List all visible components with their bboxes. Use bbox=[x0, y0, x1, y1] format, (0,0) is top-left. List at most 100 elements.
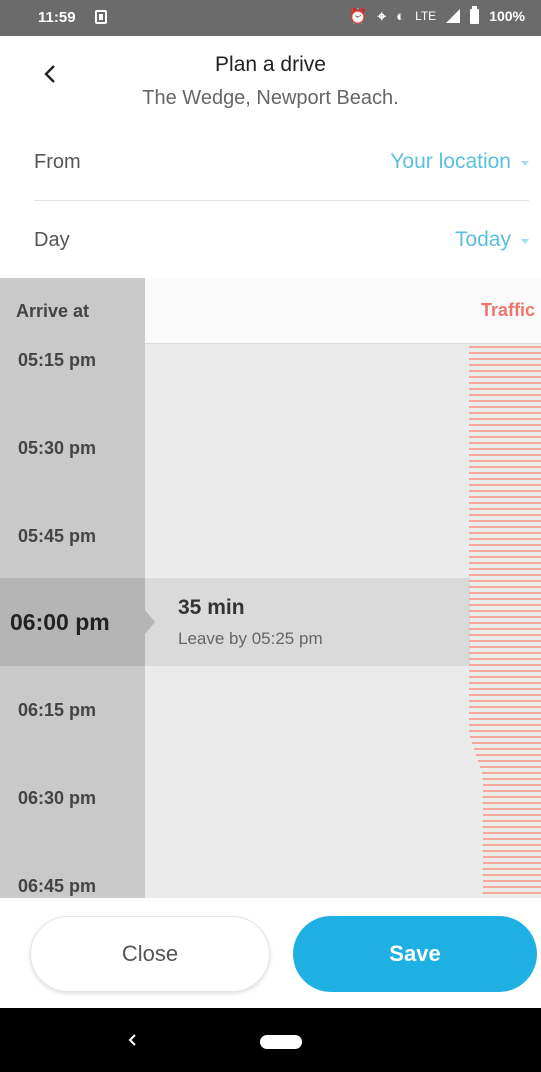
traffic-stripe bbox=[469, 700, 541, 702]
time-slot[interactable]: 06:45 pm bbox=[18, 876, 96, 897]
traffic-stripe bbox=[469, 574, 541, 576]
trip-duration: 35 min bbox=[178, 596, 245, 619]
traffic-stripe bbox=[469, 586, 541, 588]
traffic-stripe bbox=[469, 430, 541, 432]
from-row[interactable]: From Your location bbox=[34, 124, 529, 200]
day-label: Day bbox=[34, 228, 70, 251]
traffic-stripe bbox=[478, 760, 541, 762]
traffic-stripe bbox=[469, 556, 541, 558]
selected-pointer-icon bbox=[145, 610, 155, 634]
nav-back-button[interactable] bbox=[122, 1028, 142, 1052]
traffic-stripe bbox=[483, 850, 541, 852]
network-type: LTE bbox=[415, 9, 437, 23]
traffic-stripe bbox=[469, 400, 541, 402]
status-bar: 11:59 ⏰ ⌖ ◐ LTE 100% bbox=[0, 0, 541, 36]
status-icons: ⏰ ⌖ ◐ LTE 100% bbox=[348, 5, 525, 25]
traffic-stripe bbox=[469, 442, 541, 444]
traffic-stripe bbox=[469, 640, 541, 642]
traffic-stripe bbox=[469, 682, 541, 684]
traffic-stripe bbox=[469, 406, 541, 408]
traffic-stripe bbox=[469, 466, 541, 468]
time-slot[interactable]: 05:15 pm bbox=[18, 350, 96, 371]
traffic-stripe bbox=[483, 790, 541, 792]
traffic-stripe bbox=[476, 754, 541, 756]
traffic-stripe bbox=[483, 778, 541, 780]
traffic-stripe bbox=[469, 730, 541, 732]
battery-level: 100% bbox=[489, 8, 525, 24]
status-time: 11:59 bbox=[38, 9, 76, 26]
traffic-stripe bbox=[469, 418, 541, 420]
location-icon: ⌖ bbox=[377, 7, 386, 25]
divider bbox=[34, 200, 529, 201]
close-button[interactable]: Close bbox=[30, 916, 270, 992]
traffic-stripe bbox=[469, 598, 541, 600]
traffic-stripe bbox=[469, 646, 541, 648]
traffic-stripe bbox=[483, 784, 541, 786]
traffic-stripe bbox=[469, 394, 541, 396]
alarm-icon: ⏰ bbox=[348, 7, 368, 25]
traffic-stripe bbox=[469, 508, 541, 510]
traffic-stripe bbox=[469, 478, 541, 480]
traffic-stripe bbox=[469, 694, 541, 696]
traffic-stripe bbox=[483, 808, 541, 810]
traffic-stripe bbox=[469, 544, 541, 546]
traffic-stripe bbox=[469, 382, 541, 384]
traffic-stripe bbox=[469, 526, 541, 528]
traffic-stripe bbox=[483, 838, 541, 840]
system-nav-bar bbox=[0, 1008, 541, 1072]
traffic-stripe bbox=[469, 736, 541, 738]
page-title: Plan a drive bbox=[215, 53, 326, 76]
traffic-stripe bbox=[469, 634, 541, 636]
nav-home-button[interactable] bbox=[260, 1035, 302, 1049]
traffic-stripe bbox=[469, 376, 541, 378]
from-value: Your location bbox=[390, 150, 511, 173]
traffic-stripe bbox=[469, 562, 541, 564]
traffic-stripe bbox=[483, 856, 541, 858]
traffic-stripe bbox=[469, 472, 541, 474]
day-row[interactable]: Day Today bbox=[34, 202, 529, 278]
time-slot[interactable]: 05:45 pm bbox=[18, 526, 96, 547]
save-button[interactable]: Save bbox=[293, 916, 537, 992]
traffic-stripe bbox=[471, 742, 541, 744]
traffic-stripe bbox=[483, 814, 541, 816]
traffic-stripe bbox=[469, 580, 541, 582]
traffic-stripe bbox=[482, 772, 541, 774]
traffic-stripe bbox=[469, 346, 541, 348]
traffic-stripe bbox=[483, 820, 541, 822]
traffic-stripe bbox=[483, 802, 541, 804]
schedule-header: Arrive at Traffic bbox=[0, 278, 541, 344]
traffic-stripe bbox=[469, 610, 541, 612]
traffic-stripe bbox=[483, 832, 541, 834]
traffic-stripe bbox=[483, 892, 541, 894]
traffic-stripe bbox=[483, 886, 541, 888]
traffic-stripe bbox=[473, 748, 541, 750]
traffic-stripe bbox=[469, 718, 541, 720]
time-slot[interactable]: 05:30 pm bbox=[18, 438, 96, 459]
day-dropdown[interactable]: Today bbox=[455, 228, 529, 252]
from-dropdown[interactable]: Your location bbox=[390, 150, 529, 174]
traffic-stripe bbox=[469, 454, 541, 456]
signal-icon bbox=[446, 9, 461, 23]
traffic-stripe bbox=[469, 688, 541, 690]
traffic-stripe bbox=[483, 796, 541, 798]
traffic-stripe bbox=[469, 424, 541, 426]
time-slot[interactable]: 06:30 pm bbox=[18, 788, 96, 809]
traffic-stripe bbox=[469, 568, 541, 570]
traffic-stripe bbox=[469, 484, 541, 486]
data-saver-icon: ◐ bbox=[396, 7, 406, 25]
arrival-schedule[interactable]: Arrive at Traffic 05:15 pm 05:30 pm 05:4… bbox=[0, 278, 541, 898]
from-label: From bbox=[34, 150, 81, 173]
traffic-stripe bbox=[469, 352, 541, 354]
selected-time-slot[interactable]: 06:00 pm bbox=[10, 609, 110, 636]
traffic-graph bbox=[469, 344, 541, 898]
traffic-stripe bbox=[469, 670, 541, 672]
traffic-stripe bbox=[469, 490, 541, 492]
traffic-stripe bbox=[469, 676, 541, 678]
traffic-stripe bbox=[483, 874, 541, 876]
arrive-at-header: Arrive at bbox=[0, 278, 145, 344]
day-value: Today bbox=[454, 228, 511, 251]
traffic-stripe bbox=[469, 496, 541, 498]
header: Plan a drive The Wedge, Newport Beach. bbox=[0, 36, 541, 128]
traffic-stripe bbox=[480, 766, 541, 768]
time-slot[interactable]: 06:15 pm bbox=[18, 700, 96, 721]
